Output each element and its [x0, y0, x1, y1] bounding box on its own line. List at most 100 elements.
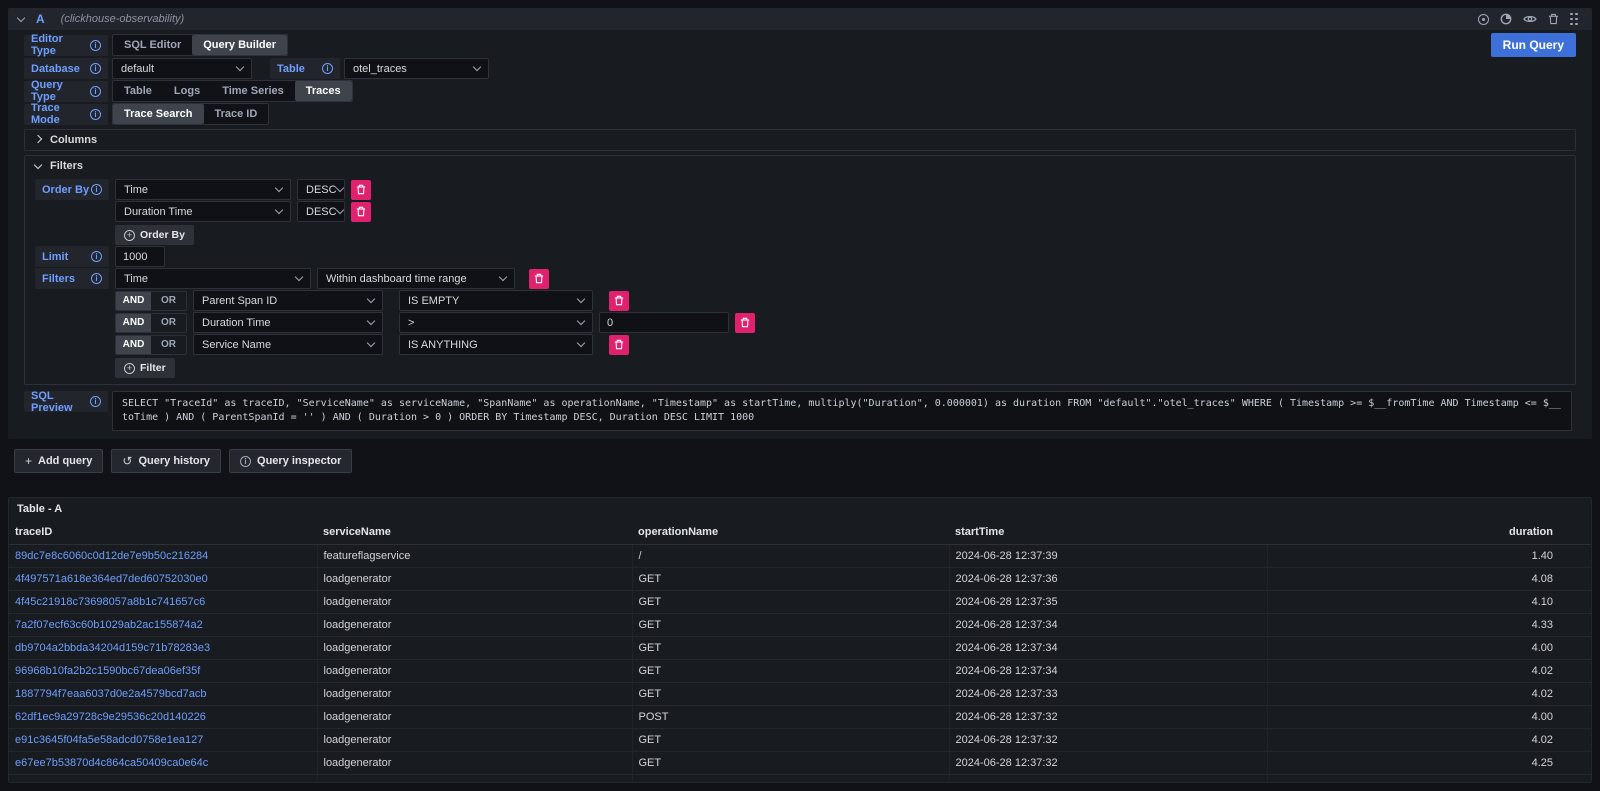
add-order-by-button[interactable]: + Order By [115, 225, 194, 245]
info-icon[interactable]: i [90, 40, 101, 51]
duration-cell: 4.02 [1267, 682, 1591, 705]
trash-icon [614, 339, 624, 350]
database-table-row: Database i default Table i otel_traces [24, 58, 1576, 79]
trace-id-link[interactable]: 89dc7e8c6060c0d12de7e9b50c216284 [15, 550, 208, 562]
info-icon[interactable]: i [90, 396, 101, 407]
table-row: db9704a2bbda34204d159c71b78283e3 loadgen… [9, 636, 1591, 659]
info-icon[interactable]: i [90, 63, 101, 74]
plus-icon: + [25, 454, 32, 468]
tab-logs[interactable]: Logs [163, 81, 211, 101]
trace-id-link[interactable]: 1887794f7eaa6037d0e2a4579bcd7acb [15, 688, 206, 700]
column-header-duration[interactable]: duration [1267, 520, 1591, 544]
delete-filter-button[interactable] [609, 335, 629, 355]
trace-id-link[interactable]: 4f497571a618e364ed7ded60752030e0 [15, 573, 208, 585]
sql-preview-code: SELECT "TraceId" as traceID, "ServiceNam… [112, 391, 1572, 431]
tab-query-builder[interactable]: Query Builder [192, 35, 287, 55]
trace-id-link[interactable]: 62df1ec9a29728c9e29536c20d140226 [15, 711, 206, 723]
info-icon[interactable]: i [91, 273, 102, 284]
or-option[interactable]: OR [151, 314, 186, 332]
order-by-direction-select[interactable]: DESC [297, 179, 345, 200]
tab-trace-id[interactable]: Trace ID [204, 104, 269, 124]
filter-field-select[interactable]: Service Name [193, 334, 383, 355]
and-option[interactable]: AND [116, 336, 151, 354]
tab-traces[interactable]: Traces [295, 81, 352, 101]
run-query-button[interactable]: Run Query [1491, 33, 1576, 57]
column-header-starttime[interactable]: startTime [949, 520, 1267, 544]
tab-trace-search[interactable]: Trace Search [113, 104, 204, 124]
filter-value-input[interactable] [599, 312, 729, 333]
info-icon[interactable]: i [90, 109, 101, 120]
remove-query-button[interactable] [1548, 13, 1559, 25]
query-type-label: Query Type i [24, 81, 108, 102]
column-header-traceid[interactable]: traceID [9, 520, 317, 544]
chevron-down-icon [34, 160, 42, 168]
tab-sql-editor[interactable]: SQL Editor [113, 35, 192, 55]
filters-section-header[interactable]: Filters [25, 156, 1575, 176]
filter-operator-select[interactable]: IS ANYTHING [399, 334, 593, 355]
filter-operator-select[interactable]: > [399, 312, 593, 333]
tab-time-series[interactable]: Time Series [211, 81, 295, 101]
chevron-down-icon [577, 295, 585, 303]
table-row: e91c3645f04fa5e58adcd0758e1ea127 loadgen… [9, 728, 1591, 751]
delete-filter-button[interactable] [735, 313, 755, 333]
hide-response-button[interactable] [1523, 14, 1537, 24]
delete-filter-button[interactable] [609, 291, 629, 311]
filter-field-select[interactable]: Time [115, 268, 311, 289]
order-by-field-select[interactable]: Time [115, 179, 291, 200]
query-ref-id: A [36, 12, 45, 26]
query-history-button[interactable]: ↺ Query history [111, 449, 221, 473]
filter-condition-row: AND OR Duration Time > [115, 312, 1565, 333]
and-option[interactable]: AND [116, 314, 151, 332]
or-option[interactable]: OR [151, 292, 186, 310]
chevron-down-icon [367, 317, 375, 325]
trace-id-link[interactable]: db9704a2bbda34204d159c71b78283e3 [15, 642, 210, 654]
filter-operator-select[interactable]: Within dashboard time range [317, 268, 515, 289]
table-row: 62df1ec9a29728c9e29536c20d140226 loadgen… [9, 705, 1591, 728]
limit-input[interactable] [115, 246, 165, 267]
database-select[interactable]: default [112, 58, 252, 79]
add-query-button[interactable]: + Add query [14, 449, 103, 473]
filter-operator-select[interactable]: IS EMPTY [399, 290, 593, 311]
query-history-icon-button[interactable] [1500, 13, 1512, 25]
query-inspector-button[interactable]: i Query inspector [229, 449, 352, 473]
info-icon[interactable]: i [322, 63, 333, 74]
trace-id-link[interactable]: 4f45c21918c73698057a8b1c741657c6 [15, 596, 205, 608]
start-time-cell: 2024-06-28 12:37:34 [949, 659, 1267, 682]
operation-name-cell: / [632, 544, 949, 567]
add-filter-row: + Filter [115, 356, 1565, 378]
filter-field-select[interactable]: Parent Span ID [193, 290, 383, 311]
delete-order-by-button[interactable] [351, 180, 371, 200]
and-option[interactable]: AND [116, 292, 151, 310]
filter-field-select[interactable]: Duration Time [193, 312, 383, 333]
trace-id-link[interactable]: e67ee7b53870d4c864ca50409ca0e64c [15, 757, 208, 769]
limit-label: Limit i [35, 246, 109, 267]
trace-id-link[interactable]: 96968b10fa2b2c1590bc67dea06ef35f [15, 665, 200, 677]
table-row: 7a2f07ecf63c60b1029ab2ac155874a2 loadgen… [9, 613, 1591, 636]
trace-id-link[interactable]: e91c3645f04fa5e58adcd0758e1ea127 [15, 734, 203, 746]
duplicate-query-button[interactable] [1478, 14, 1489, 25]
add-filter-button[interactable]: + Filter [115, 358, 175, 378]
tab-table[interactable]: Table [113, 81, 163, 101]
info-icon[interactable]: i [90, 86, 101, 97]
datasource-name: (clickhouse-observability) [61, 13, 185, 25]
columns-section-header[interactable]: Columns [25, 130, 1575, 150]
delete-filter-button[interactable] [529, 269, 549, 289]
table-select[interactable]: otel_traces [344, 58, 489, 79]
service-name-cell: loadgenerator [317, 567, 632, 590]
or-option[interactable]: OR [151, 336, 186, 354]
trace-id-link[interactable]: 7a2f07ecf63c60b1029ab2ac155874a2 [15, 619, 203, 631]
order-by-field-select[interactable]: Duration Time [115, 201, 291, 222]
info-icon[interactable]: i [91, 184, 102, 195]
delete-order-by-button[interactable] [351, 202, 371, 222]
columns-section: Columns [24, 129, 1576, 151]
query-editor-panel: A (clickhouse-observability) [8, 8, 1592, 439]
info-icon[interactable]: i [91, 251, 102, 262]
drag-handle[interactable] [1570, 13, 1578, 26]
collapse-chevron-icon[interactable] [17, 13, 25, 21]
operation-name-cell: GET [632, 636, 949, 659]
column-header-operationname[interactable]: operationName [632, 520, 949, 544]
column-header-servicename[interactable]: serviceName [317, 520, 632, 544]
page: A (clickhouse-observability) [0, 0, 1600, 791]
order-by-direction-select[interactable]: DESC [297, 201, 345, 222]
start-time-cell: 2024-06-28 12:37:32 [949, 728, 1267, 751]
